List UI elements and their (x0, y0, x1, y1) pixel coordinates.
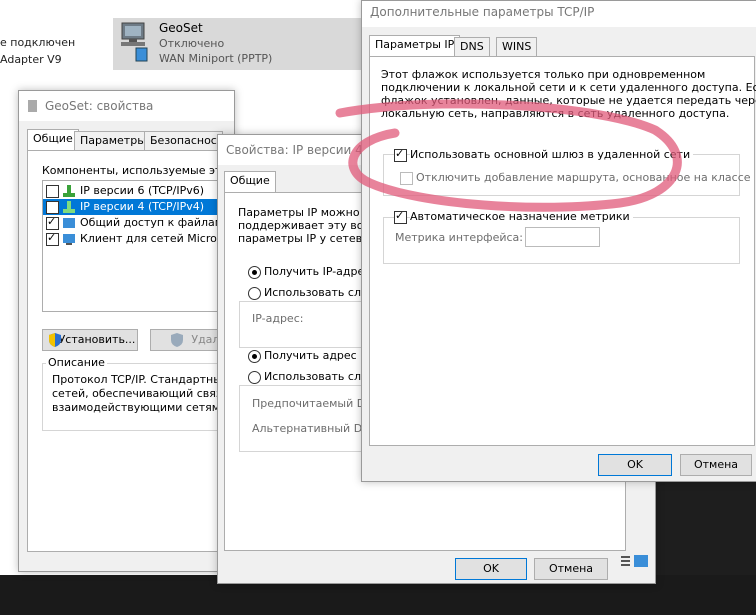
geoset-properties-window: GeoSet: свойства Общие Параметры Безопас… (18, 90, 240, 572)
interface-metric-input[interactable] (525, 227, 600, 247)
cancel-button[interactable]: Отмена (534, 558, 608, 580)
uac-shield-icon (171, 333, 183, 347)
install-button-label: Установить... (58, 333, 136, 346)
tab-parameters[interactable]: Параметры (74, 131, 152, 150)
protocol-icon (63, 201, 75, 213)
tab-ip-settings[interactable]: Параметры IP (369, 35, 461, 56)
list-item-selected[interactable]: IP версии 4 (TCP/IPv4) (43, 199, 233, 215)
connection-status-text: е подключен (0, 36, 76, 49)
window-icon (28, 100, 37, 112)
component-label: IP версии 4 (TCP/IPv4) (80, 200, 205, 213)
uac-shield-icon (49, 333, 61, 347)
manual-ip-radio[interactable] (248, 287, 261, 300)
tab-general[interactable]: Общие (224, 171, 276, 192)
list-view-icon (621, 555, 648, 567)
network-connection-icon (119, 21, 153, 63)
protocol-icon (63, 185, 75, 197)
ok-button[interactable]: OK (598, 454, 672, 476)
share-icon (63, 218, 75, 228)
auto-dns-label: Получить адрес DN (264, 349, 377, 362)
auto-dns-radio[interactable] (248, 350, 261, 363)
title-bar: Дополнительные параметры TCP/IP (362, 1, 756, 27)
ip-address-label: IP-адрес: (252, 312, 304, 325)
connection-device: WAN Miniport (PPTP) (159, 52, 273, 65)
info-line: подключении к локальной сети и к сети уд… (381, 81, 756, 94)
component-label: Общий доступ к файлам и (80, 216, 234, 229)
window-title: Дополнительные параметры TCP/IP (370, 5, 595, 19)
connection-status: Отключено (159, 37, 225, 50)
list-item[interactable]: Общий доступ к файлам и (43, 215, 234, 231)
component-checkbox[interactable] (46, 231, 59, 246)
connection-device-text: Adapter V9 (0, 53, 62, 66)
list-item[interactable]: Клиент для сетей Microsoft (43, 231, 237, 247)
tab-wins[interactable]: WINS (496, 37, 538, 56)
intro-line: параметры IP у сетевог (238, 232, 375, 245)
components-list[interactable]: IP версии 6 (TCP/IPv6) IP версии 4 (TCP/… (42, 180, 237, 312)
client-icon (63, 234, 75, 245)
component-checkbox[interactable] (46, 185, 59, 198)
interface-metric-label: Метрика интерфейса: (395, 231, 523, 244)
window-title: GeoSet: свойства (45, 99, 154, 113)
title-bar: GeoSet: свойства (19, 91, 234, 121)
advanced-tcpip-window: Дополнительные параметры TCP/IP Параметр… (361, 0, 756, 482)
component-label: Клиент для сетей Microsoft (80, 232, 238, 245)
install-button[interactable]: Установить... (42, 329, 138, 351)
highlight-scribble (335, 99, 682, 212)
cancel-button[interactable]: Отмена (680, 454, 752, 476)
component-checkbox[interactable] (46, 199, 59, 214)
tab-general[interactable]: Общие (27, 129, 79, 150)
list-item[interactable]: IP версии 6 (TCP/IPv6) (43, 183, 233, 199)
component-label: IP версии 6 (TCP/IPv6) (80, 184, 205, 197)
info-line: Этот флажок используется только при одно… (381, 68, 706, 81)
connection-item-geoset[interactable]: GeoSet Отключено WAN Miniport (PPTP) (113, 18, 368, 70)
components-label: Компоненты, используемые этим (42, 164, 237, 177)
ok-button[interactable]: OK (455, 558, 527, 580)
description-line: взаимодействующими сетями. (52, 401, 231, 414)
alternate-dns-label: Альтернативный DNS (252, 422, 378, 435)
component-checkbox[interactable] (46, 215, 59, 230)
general-panel: Компоненты, используемые этим IP версии … (27, 150, 240, 552)
tab-security[interactable]: Безопаснос (144, 131, 223, 150)
description-line: Протокол TCP/IP. Стандартный (52, 373, 230, 386)
view-icons (621, 555, 651, 570)
connection-name: GeoSet (159, 21, 203, 35)
tab-dns[interactable]: DNS (454, 37, 490, 56)
description-line: сетей, обеспечивающий связь м (52, 387, 240, 400)
manual-dns-radio[interactable] (248, 371, 261, 384)
auto-ip-radio[interactable] (248, 266, 261, 279)
description-label: Описание (46, 356, 107, 369)
